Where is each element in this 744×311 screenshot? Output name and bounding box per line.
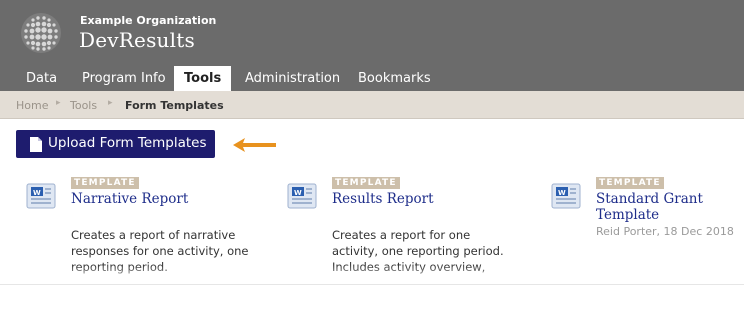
template-badge: TEMPLATE xyxy=(71,177,139,189)
svg-text:W: W xyxy=(33,189,41,197)
orange-arrow-left-icon xyxy=(233,138,276,152)
word-document-icon: W xyxy=(26,183,56,209)
main-nav: Data Program Info Tools Administration B… xyxy=(0,66,744,91)
breadcrumb-form-templates: Form Templates xyxy=(125,99,224,112)
word-document-icon: W xyxy=(551,183,581,209)
app-header: Example Organization DevResults Data Pro… xyxy=(0,0,744,91)
template-card[interactable]: W TEMPLATE Narrative Report Creates a re… xyxy=(24,177,254,274)
divider xyxy=(0,284,744,285)
scroll-fade xyxy=(0,265,744,285)
document-icon xyxy=(30,137,42,152)
breadcrumb-tools[interactable]: Tools xyxy=(70,99,97,112)
template-title[interactable]: Narrative Report xyxy=(71,191,231,207)
template-card[interactable]: W TEMPLATE Standard Grant Template Reid … xyxy=(549,177,744,267)
app-name[interactable]: DevResults xyxy=(79,28,195,52)
template-card[interactable]: W TEMPLATE Results Report Creates a repo… xyxy=(285,177,515,274)
triangle-right-icon: ▸ xyxy=(108,98,113,108)
word-document-icon: W xyxy=(287,183,317,209)
breadcrumb-home[interactable]: Home xyxy=(16,99,48,112)
tab-bookmarks[interactable]: Bookmarks xyxy=(348,66,441,91)
template-badge: TEMPLATE xyxy=(332,177,400,189)
tab-program-info[interactable]: Program Info xyxy=(72,66,176,91)
template-badge: TEMPLATE xyxy=(596,177,664,189)
tab-tools[interactable]: Tools xyxy=(174,66,232,91)
svg-text:W: W xyxy=(558,189,566,197)
tab-data[interactable]: Data xyxy=(16,66,67,91)
tab-administration[interactable]: Administration xyxy=(235,66,350,91)
svg-text:W: W xyxy=(294,189,302,197)
dot-grid-logo-icon[interactable] xyxy=(20,12,62,54)
organization-name: Example Organization xyxy=(80,14,217,27)
template-meta: Reid Porter, 18 Dec 2018 xyxy=(596,225,734,238)
template-title[interactable]: Results Report xyxy=(332,191,492,207)
template-title[interactable]: Standard Grant Template xyxy=(596,191,716,223)
breadcrumb: Home ▸ Tools ▸ Form Templates xyxy=(0,91,744,119)
upload-button-label: Upload Form Templates xyxy=(48,135,207,151)
upload-form-templates-button[interactable]: Upload Form Templates xyxy=(16,130,215,158)
triangle-right-icon: ▸ xyxy=(56,98,61,108)
